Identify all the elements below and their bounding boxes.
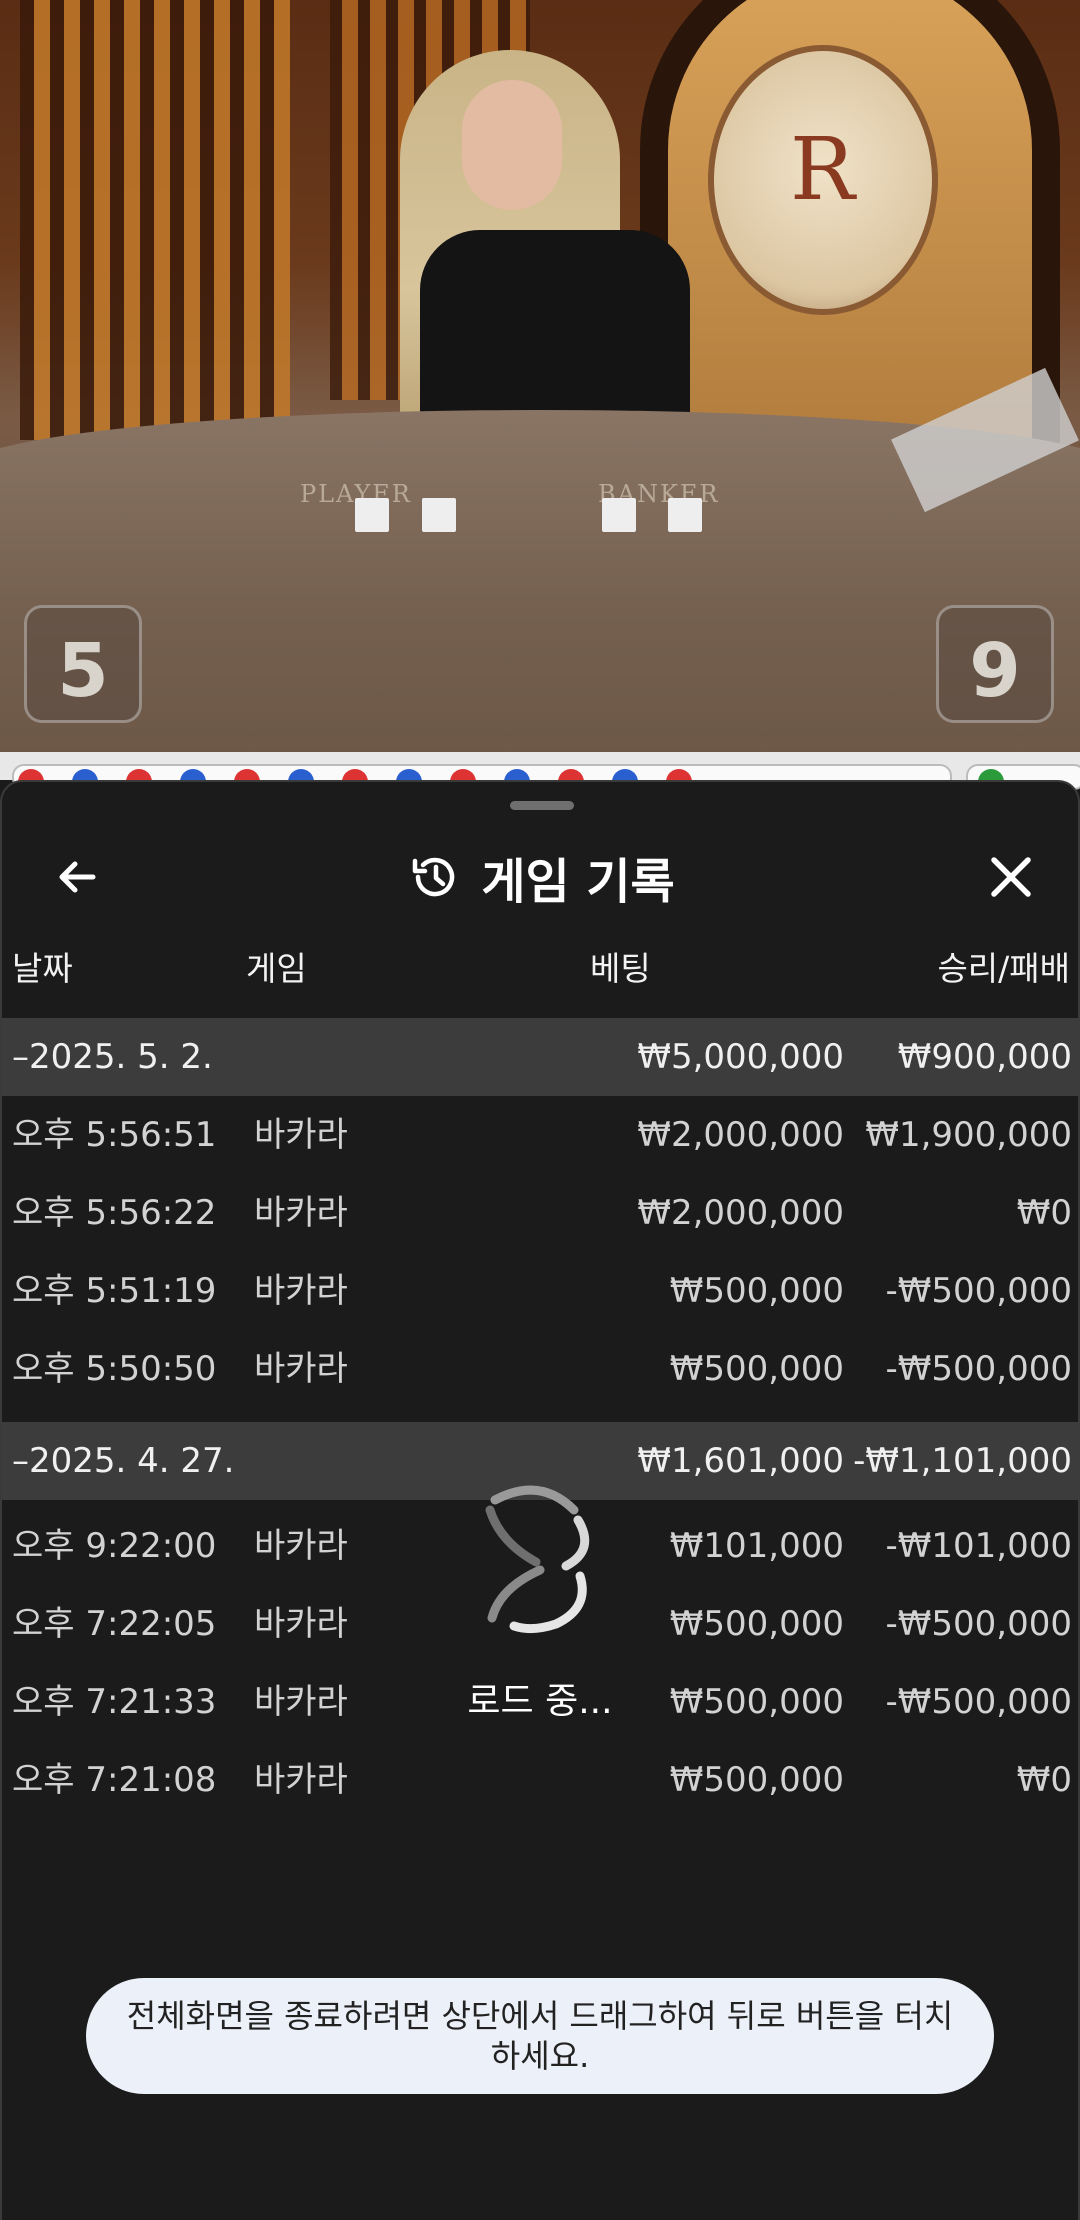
playing-card (422, 498, 456, 532)
history-icon (413, 857, 455, 897)
app-root: R PLAYER BANKER 5 9 게임 기록 날짜 게임 베팅 승리/패배… (0, 0, 1080, 2220)
row-time: 오후 5:56:22 (12, 1193, 217, 1233)
row-game: 바카라 (254, 1760, 348, 1800)
toast-text: 전체화면을 종료하려면 상단에서 드래그하여 뒤로 버튼을 터치하세요. (126, 1997, 954, 2075)
row-bet: ₩101,000 (669, 1526, 844, 1566)
group-date: –2025. 5. 2. (12, 1037, 213, 1077)
group-bet-total: ₩5,000,000 (637, 1037, 844, 1077)
column-header-game: 게임 (246, 949, 307, 988)
row-bet: ₩500,000 (669, 1604, 844, 1644)
row-game: 바카라 (254, 1604, 348, 1644)
column-header-date: 날짜 (12, 949, 73, 988)
history-row[interactable]: 오후 5:56:22 바카라 ₩2,000,000 ₩0 (2, 1174, 1080, 1252)
fullscreen-exit-toast: 전체화면을 종료하려면 상단에서 드래그하여 뒤로 버튼을 터치하세요. (86, 1978, 994, 2094)
drag-handle[interactable] (510, 801, 574, 810)
row-bet: ₩500,000 (669, 1682, 844, 1722)
column-header-winloss: 승리/패배 (937, 949, 1070, 988)
live-video-stream[interactable]: R PLAYER BANKER 5 9 (0, 0, 1080, 752)
row-game: 바카라 (254, 1682, 348, 1722)
row-bet: ₩2,000,000 (637, 1193, 844, 1233)
row-time: 오후 5:56:51 (12, 1115, 217, 1155)
row-game: 바카라 (254, 1115, 348, 1155)
spinner-icon (485, 1485, 590, 1634)
loading-text: 로드 중... (467, 1681, 613, 1722)
row-game: 바카라 (254, 1193, 348, 1233)
history-row[interactable]: 오후 5:51:19 바카라 ₩500,000 -₩500,000 (2, 1252, 1080, 1330)
row-winloss: -₩500,000 (885, 1271, 1073, 1311)
row-game: 바카라 (254, 1349, 348, 1389)
row-winloss: -₩500,000 (885, 1349, 1073, 1389)
history-row[interactable]: 오후 7:21:08 바카라 ₩500,000 ₩0 (2, 1741, 1080, 1819)
date-group-row[interactable]: –2025. 5. 2. ₩5,000,000 ₩900,000 (2, 1018, 1080, 1096)
row-game: 바카라 (254, 1526, 348, 1566)
row-winloss: -₩500,000 (885, 1604, 1073, 1644)
roadmap-strip[interactable] (0, 752, 1080, 795)
history-row[interactable]: 오후 5:56:51 바카라 ₩2,000,000 ₩1,900,000 (2, 1096, 1080, 1174)
row-bet: ₩500,000 (669, 1271, 844, 1311)
close-button[interactable] (956, 822, 1066, 932)
row-time: 오후 5:50:50 (12, 1349, 217, 1389)
group-winloss-total: -₩1,101,000 (853, 1441, 1072, 1481)
row-bet: ₩500,000 (669, 1349, 844, 1389)
playing-card (602, 498, 636, 532)
group-winloss-total: ₩900,000 (897, 1037, 1072, 1077)
background-screen (20, 0, 290, 440)
row-time: 오후 7:22:05 (12, 1604, 217, 1644)
group-date: –2025. 4. 27. (12, 1441, 235, 1481)
row-time: 오후 7:21:08 (12, 1760, 217, 1800)
close-icon (991, 857, 1031, 897)
row-time: 오후 7:21:33 (12, 1682, 217, 1722)
row-bet: ₩500,000 (669, 1760, 844, 1800)
dealer-face (462, 80, 562, 210)
row-winloss: ₩0 (1016, 1193, 1072, 1233)
row-game: 바카라 (254, 1271, 348, 1311)
row-winloss: ₩0 (1016, 1760, 1072, 1800)
player-score: 5 (24, 605, 142, 723)
royal-logo-letter: R (790, 120, 855, 220)
row-winloss: ₩1,900,000 (865, 1115, 1072, 1155)
history-row[interactable]: 오후 5:50:50 바카라 ₩500,000 -₩500,000 (2, 1330, 1080, 1408)
row-bet: ₩2,000,000 (637, 1115, 844, 1155)
playing-card (668, 498, 702, 532)
sheet-title: 게임 기록 (481, 854, 675, 910)
banker-score: 9 (936, 605, 1054, 723)
page-title: 게임 기록 (2, 822, 1080, 932)
row-time: 오후 9:22:00 (12, 1526, 217, 1566)
row-winloss: -₩101,000 (885, 1526, 1073, 1566)
sheet-header: 게임 기록 (2, 822, 1080, 932)
row-winloss: -₩500,000 (885, 1682, 1073, 1722)
playing-card (355, 498, 389, 532)
group-bet-total: ₩1,601,000 (637, 1441, 844, 1481)
column-header-bet: 베팅 (590, 949, 651, 988)
row-time: 오후 5:51:19 (12, 1271, 217, 1311)
